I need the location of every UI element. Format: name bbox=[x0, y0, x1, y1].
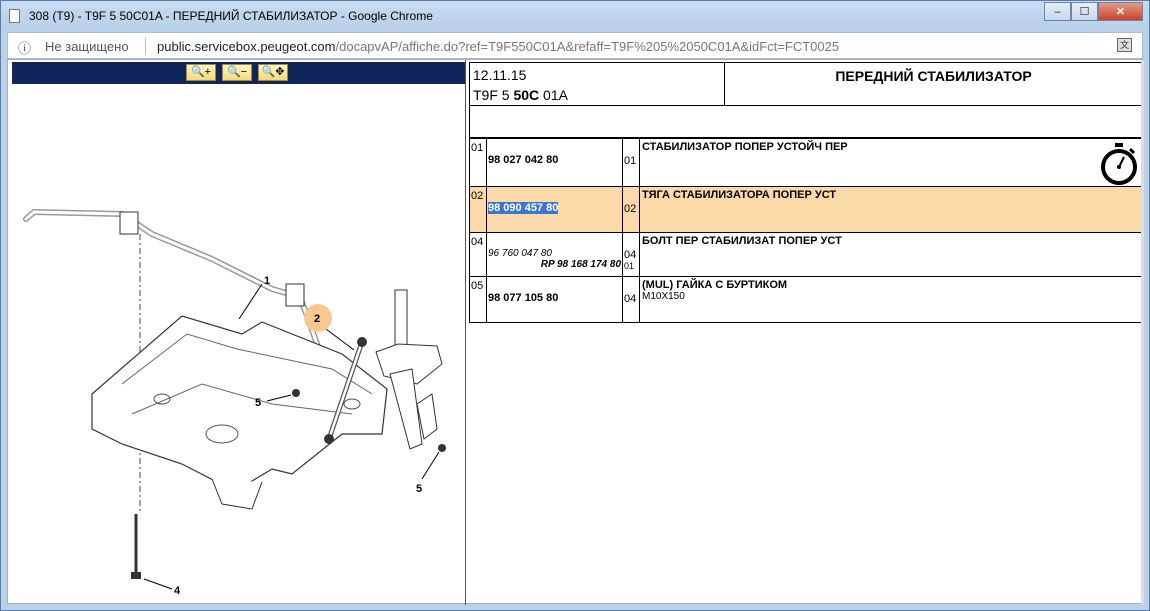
zoom-in-button[interactable]: 🔍+ bbox=[186, 64, 216, 81]
part-ref[interactable]: 98 077 105 80 bbox=[488, 292, 621, 304]
table-row-selected[interactable]: 02 98 090 457 80 02 ТЯГА СТАБИЛИЗАТОРА П… bbox=[469, 186, 1143, 233]
page-icon bbox=[9, 9, 20, 23]
part-ref[interactable]: 96 760 047 80 bbox=[488, 248, 621, 259]
diagram-pane: 🔍+ 🔍− 🔍✥ 1 2 5 5 4 bbox=[8, 60, 466, 605]
translate-icon[interactable]: 文 bbox=[1117, 38, 1132, 52]
part-desc: (MUL) ГАЙКА С БУРТИКОМ bbox=[642, 279, 788, 291]
part-number: 04 bbox=[469, 232, 487, 277]
security-label[interactable]: Не защищено bbox=[45, 39, 129, 54]
bushing-left bbox=[119, 211, 139, 235]
part-qty-cell: 01 bbox=[622, 138, 640, 187]
table-row[interactable]: 01 98 027 042 80 01 СТАБИЛИЗАТОР ПОПЕР У… bbox=[469, 138, 1143, 187]
address-bar[interactable]: ⓘ Не защищено public.servicebox.peugeot.… bbox=[7, 32, 1143, 59]
part-ref[interactable]: 98 090 457 80 bbox=[488, 202, 559, 214]
window-title: 308 (T9) - T9F 5 50C01A - ПЕРЕДНИЙ СТАБИ… bbox=[29, 9, 433, 23]
part-qty-cell: 04 bbox=[622, 276, 640, 323]
part-desc-cell: БОЛТ ПЕР СТАБИЛИЗАТ ПОПЕР УСТ bbox=[639, 232, 1143, 277]
part-desc: ТЯГА СТАБИЛИЗАТОРА ПОПЕР УСТ bbox=[642, 189, 837, 201]
part-qty-cell: 04 01 bbox=[622, 232, 640, 277]
part-qty: 02 bbox=[624, 203, 637, 215]
close-button[interactable]: ✕ bbox=[1098, 2, 1143, 21]
page-title: ПЕРЕДНИЙ СТАБИЛИЗАТОР bbox=[835, 68, 1032, 84]
part-qty: 04 bbox=[624, 293, 637, 305]
code-suffix: 01A bbox=[539, 87, 568, 103]
part-desc-cell: (MUL) ГАЙКА С БУРТИКОМ M10X150 bbox=[639, 276, 1143, 323]
parts-table: 01 98 027 042 80 01 СТАБИЛИЗАТОР ПОПЕР У… bbox=[469, 138, 1143, 323]
callout-4: 4 bbox=[174, 585, 181, 597]
part-desc: БОЛТ ПЕР СТАБИЛИЗАТ ПОПЕР УСТ bbox=[642, 235, 842, 247]
url-text[interactable]: public.servicebox.peugeot.com/docapvAP/a… bbox=[157, 39, 839, 54]
part-qty-cell: 02 bbox=[622, 186, 640, 233]
code-prefix: T9F 5 bbox=[473, 87, 514, 103]
part-desc-cell: СТАБИЛИЗАТОР ПОПЕР УСТОЙЧ ПЕР bbox=[639, 138, 1143, 187]
part-number: 05 bbox=[469, 276, 487, 323]
url-path: /docapvAP/affiche.do?ref=T9F550C01A&refa… bbox=[335, 39, 840, 54]
scrollbar[interactable] bbox=[1141, 60, 1144, 605]
part-number: 01 bbox=[469, 138, 487, 187]
header-code: T9F 5 50C 01A bbox=[473, 87, 568, 103]
part-ref-cell: 98 090 457 80 bbox=[486, 186, 623, 233]
info-icon[interactable]: ⓘ bbox=[18, 38, 31, 57]
zoom-toolbar: 🔍+ 🔍− 🔍✥ bbox=[12, 62, 465, 84]
part-qty: 04 bbox=[624, 249, 637, 261]
browser-window: 308 (T9) - T9F 5 50C01A - ПЕРЕДНИЙ СТАБИ… bbox=[0, 0, 1150, 611]
callout-5a: 5 bbox=[255, 397, 261, 409]
table-row[interactable]: 04 96 760 047 80 RP 98 168 174 80 04 01 … bbox=[469, 232, 1143, 277]
part-ref-wrap[interactable]: 98 090 457 80 bbox=[488, 202, 621, 214]
nut-5a bbox=[292, 389, 300, 397]
bushing-right bbox=[285, 283, 305, 307]
table-row[interactable]: 05 98 077 105 80 04 (MUL) ГАЙКА С БУРТИК… bbox=[469, 276, 1143, 323]
page-content: 🔍+ 🔍− 🔍✥ 1 2 5 5 4 12.11.15 T9F 5 50C 01… bbox=[7, 59, 1144, 605]
header-info: 12.11.15 T9F 5 50C 01A bbox=[469, 62, 724, 106]
part-ref[interactable]: 98 027 042 80 bbox=[488, 154, 621, 166]
url-host: public.servicebox.peugeot.com bbox=[157, 39, 336, 54]
parts-diagram[interactable]: 1 2 5 5 4 bbox=[12, 84, 465, 604]
part-qty: 01 bbox=[624, 155, 637, 167]
part-qty-replacement: 01 bbox=[624, 261, 635, 271]
part-number: 02 bbox=[469, 186, 487, 233]
parts-pane: 12.11.15 T9F 5 50C 01A ПЕРЕДНИЙ СТАБИЛИЗ… bbox=[467, 60, 1144, 605]
zoom-pan-button[interactable]: 🔍✥ bbox=[258, 64, 288, 81]
code-bold: 50C bbox=[513, 87, 540, 103]
callout-5b: 5 bbox=[416, 483, 422, 495]
window-controls: ‒ ☐ ✕ bbox=[1044, 2, 1143, 21]
spacer-row bbox=[469, 106, 1143, 138]
part-ref-cell: 98 077 105 80 bbox=[486, 276, 623, 323]
stopwatch-icon[interactable] bbox=[1099, 142, 1139, 186]
header-date: 12.11.15 bbox=[473, 67, 527, 83]
part-desc-sub: M10X150 bbox=[642, 291, 685, 302]
strut bbox=[394, 289, 408, 351]
part-ref-replacement[interactable]: RP 98 168 174 80 bbox=[488, 259, 621, 270]
divider bbox=[145, 38, 146, 54]
title-bar: 308 (T9) - T9F 5 50C01A - ПЕРЕДНИЙ СТАБИ… bbox=[1, 1, 1149, 31]
part-desc: СТАБИЛИЗАТОР ПОПЕР УСТОЙЧ ПЕР bbox=[642, 141, 848, 153]
maximize-button[interactable]: ☐ bbox=[1071, 2, 1098, 21]
header-title-cell: ПЕРЕДНИЙ СТАБИЛИЗАТОР bbox=[724, 62, 1143, 106]
part-ref-cell: 96 760 047 80 RP 98 168 174 80 bbox=[486, 232, 623, 277]
zoom-out-button[interactable]: 🔍− bbox=[222, 64, 252, 81]
part-desc-cell: ТЯГА СТАБИЛИЗАТОРА ПОПЕР УСТ bbox=[639, 186, 1143, 233]
callout-2: 2 bbox=[314, 313, 320, 325]
part-ref-cell: 98 027 042 80 bbox=[486, 138, 623, 187]
callout-1: 1 bbox=[264, 275, 270, 287]
minimize-button[interactable]: ‒ bbox=[1044, 2, 1071, 21]
nut-5b bbox=[438, 444, 446, 452]
